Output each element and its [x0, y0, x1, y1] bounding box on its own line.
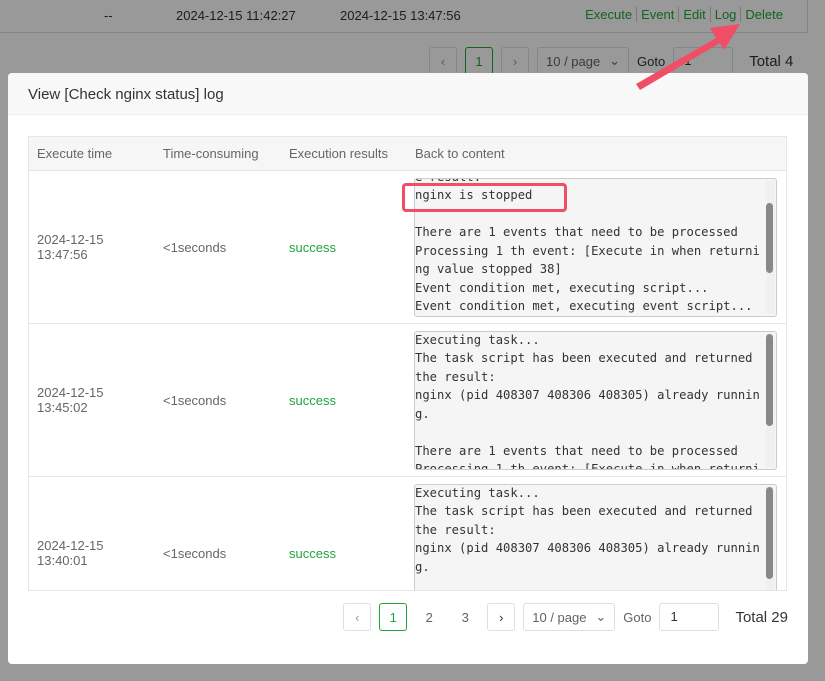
annotation-arrow-icon	[636, 24, 740, 90]
